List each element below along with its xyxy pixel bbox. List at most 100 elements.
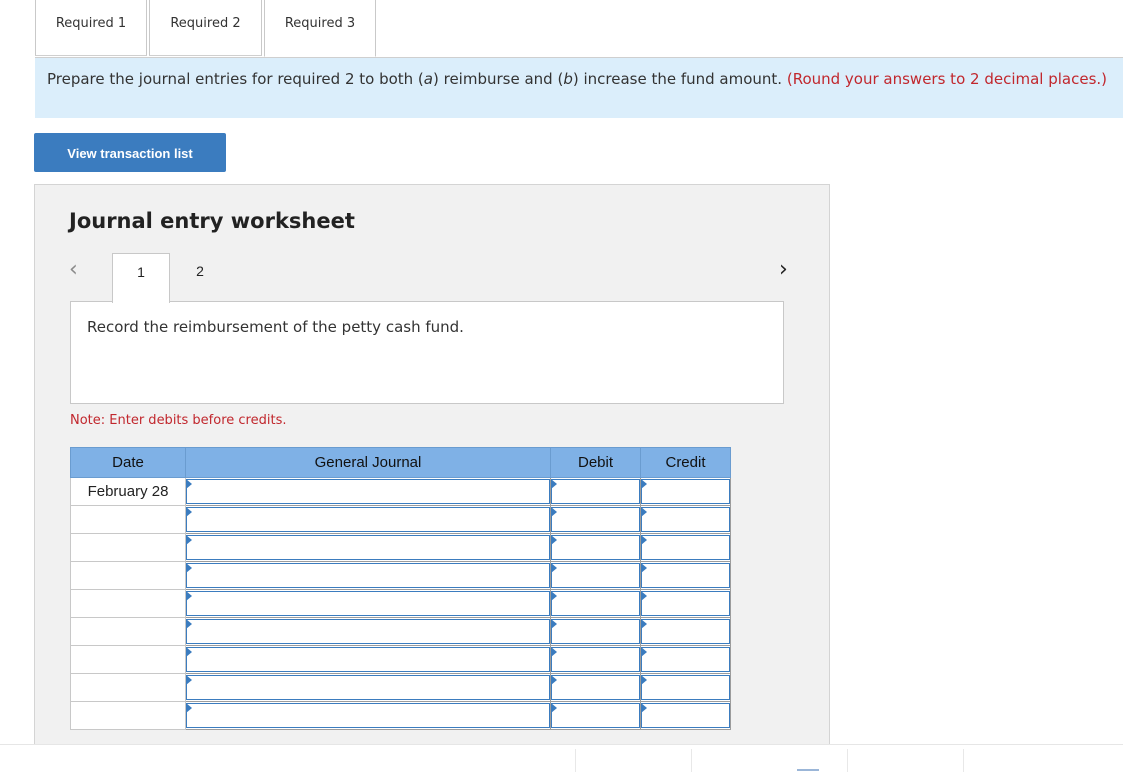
credit-input[interactable] xyxy=(641,619,730,644)
debit-input[interactable] xyxy=(551,675,640,700)
worksheet-title: Journal entry worksheet xyxy=(69,209,355,233)
debit-input[interactable] xyxy=(551,535,640,560)
view-transaction-list-button[interactable]: View transaction list xyxy=(34,133,226,172)
tab-required-1[interactable]: Required 1 xyxy=(35,0,147,56)
dropdown-flag-icon xyxy=(551,675,557,685)
debit-input[interactable] xyxy=(551,703,640,728)
worksheet-page-2[interactable]: 2 xyxy=(171,253,229,302)
general-journal-header: General Journal xyxy=(185,447,551,478)
rounding-note: (Round your answers to 2 decimal places.… xyxy=(786,70,1108,88)
required-tabs: Required 1 Required 2 Required 3 xyxy=(35,0,1123,58)
date-cell xyxy=(70,673,186,702)
divider xyxy=(963,749,964,772)
account-input[interactable] xyxy=(186,479,550,504)
account-input[interactable] xyxy=(186,591,550,616)
dropdown-flag-icon xyxy=(641,535,647,545)
dropdown-flag-icon xyxy=(641,619,647,629)
table-row xyxy=(70,561,731,590)
credit-cell xyxy=(640,617,731,646)
dropdown-flag-icon xyxy=(551,535,557,545)
tab-required-3[interactable]: Required 3 xyxy=(264,0,376,57)
dropdown-flag-icon xyxy=(551,507,557,517)
account-input[interactable] xyxy=(186,647,550,672)
dropdown-flag-icon xyxy=(186,535,192,545)
dropdown-flag-icon xyxy=(551,619,557,629)
credit-input[interactable] xyxy=(641,675,730,700)
credit-input[interactable] xyxy=(641,507,730,532)
dropdown-flag-icon xyxy=(641,647,647,657)
dropdown-flag-icon xyxy=(641,479,647,489)
transaction-prompt: Record the reimbursement of the petty ca… xyxy=(70,301,784,404)
date-cell: February 28 xyxy=(70,477,186,506)
bottom-bar xyxy=(0,744,1123,772)
journal-table: Date General Journal Debit Credit Februa… xyxy=(70,447,731,730)
dropdown-flag-icon xyxy=(186,647,192,657)
debit-input[interactable] xyxy=(551,647,640,672)
dropdown-flag-icon xyxy=(641,675,647,685)
debit-cell xyxy=(550,617,641,646)
credit-input[interactable] xyxy=(641,535,730,560)
account-cell xyxy=(185,701,551,730)
date-header: Date xyxy=(70,447,186,478)
account-input[interactable] xyxy=(186,563,550,588)
credit-cell xyxy=(640,645,731,674)
dropdown-flag-icon xyxy=(186,675,192,685)
table-row xyxy=(70,645,731,674)
table-row xyxy=(70,505,731,534)
credit-input[interactable] xyxy=(641,591,730,616)
credit-cell xyxy=(640,477,731,506)
date-cell xyxy=(70,645,186,674)
account-input[interactable] xyxy=(186,619,550,644)
account-cell xyxy=(185,645,551,674)
debit-input[interactable] xyxy=(551,507,640,532)
debit-cell xyxy=(550,589,641,618)
dropdown-flag-icon xyxy=(186,563,192,573)
credit-input[interactable] xyxy=(641,479,730,504)
account-cell xyxy=(185,589,551,618)
credit-cell xyxy=(640,589,731,618)
credit-input[interactable] xyxy=(641,647,730,672)
dropdown-flag-icon xyxy=(641,507,647,517)
account-cell xyxy=(185,505,551,534)
previous-arrow-icon[interactable]: ‹ xyxy=(69,259,85,281)
journal-entry-worksheet: Journal entry worksheet ‹ › 1 2 Record t… xyxy=(34,184,830,744)
dropdown-flag-icon xyxy=(186,591,192,601)
debit-cell xyxy=(550,701,641,730)
account-input[interactable] xyxy=(186,507,550,532)
account-input[interactable] xyxy=(186,535,550,560)
dropdown-flag-icon xyxy=(641,591,647,601)
debit-input[interactable] xyxy=(551,619,640,644)
credit-cell xyxy=(640,673,731,702)
account-cell xyxy=(185,617,551,646)
dropdown-flag-icon xyxy=(186,619,192,629)
credit-input[interactable] xyxy=(641,563,730,588)
instructions-text: Prepare the journal entries for required… xyxy=(47,70,787,88)
prompt-text: Record the reimbursement of the petty ca… xyxy=(87,318,464,336)
tab-required-2[interactable]: Required 2 xyxy=(149,0,262,56)
account-input[interactable] xyxy=(186,675,550,700)
account-input[interactable] xyxy=(186,703,550,728)
date-cell xyxy=(70,505,186,534)
worksheet-page-1[interactable]: 1 xyxy=(112,253,170,303)
debit-input[interactable] xyxy=(551,563,640,588)
debit-cell xyxy=(550,533,641,562)
debit-credit-note: Note: Enter debits before credits. xyxy=(70,413,287,428)
account-cell xyxy=(185,673,551,702)
journal-body: February 28 xyxy=(70,477,731,730)
table-header-row: Date General Journal Debit Credit xyxy=(70,447,731,478)
dropdown-flag-icon xyxy=(551,563,557,573)
credit-cell xyxy=(640,701,731,730)
table-row xyxy=(70,673,731,702)
next-arrow-icon[interactable]: › xyxy=(779,259,795,281)
debit-input[interactable] xyxy=(551,591,640,616)
credit-input[interactable] xyxy=(641,703,730,728)
dropdown-flag-icon xyxy=(186,507,192,517)
debit-input[interactable] xyxy=(551,479,640,504)
credit-cell xyxy=(640,561,731,590)
debit-cell xyxy=(550,477,641,506)
divider xyxy=(847,749,848,772)
debit-cell xyxy=(550,505,641,534)
instructions-banner: Prepare the journal entries for required… xyxy=(35,58,1123,118)
table-row: February 28 xyxy=(70,477,731,506)
debit-cell xyxy=(550,561,641,590)
